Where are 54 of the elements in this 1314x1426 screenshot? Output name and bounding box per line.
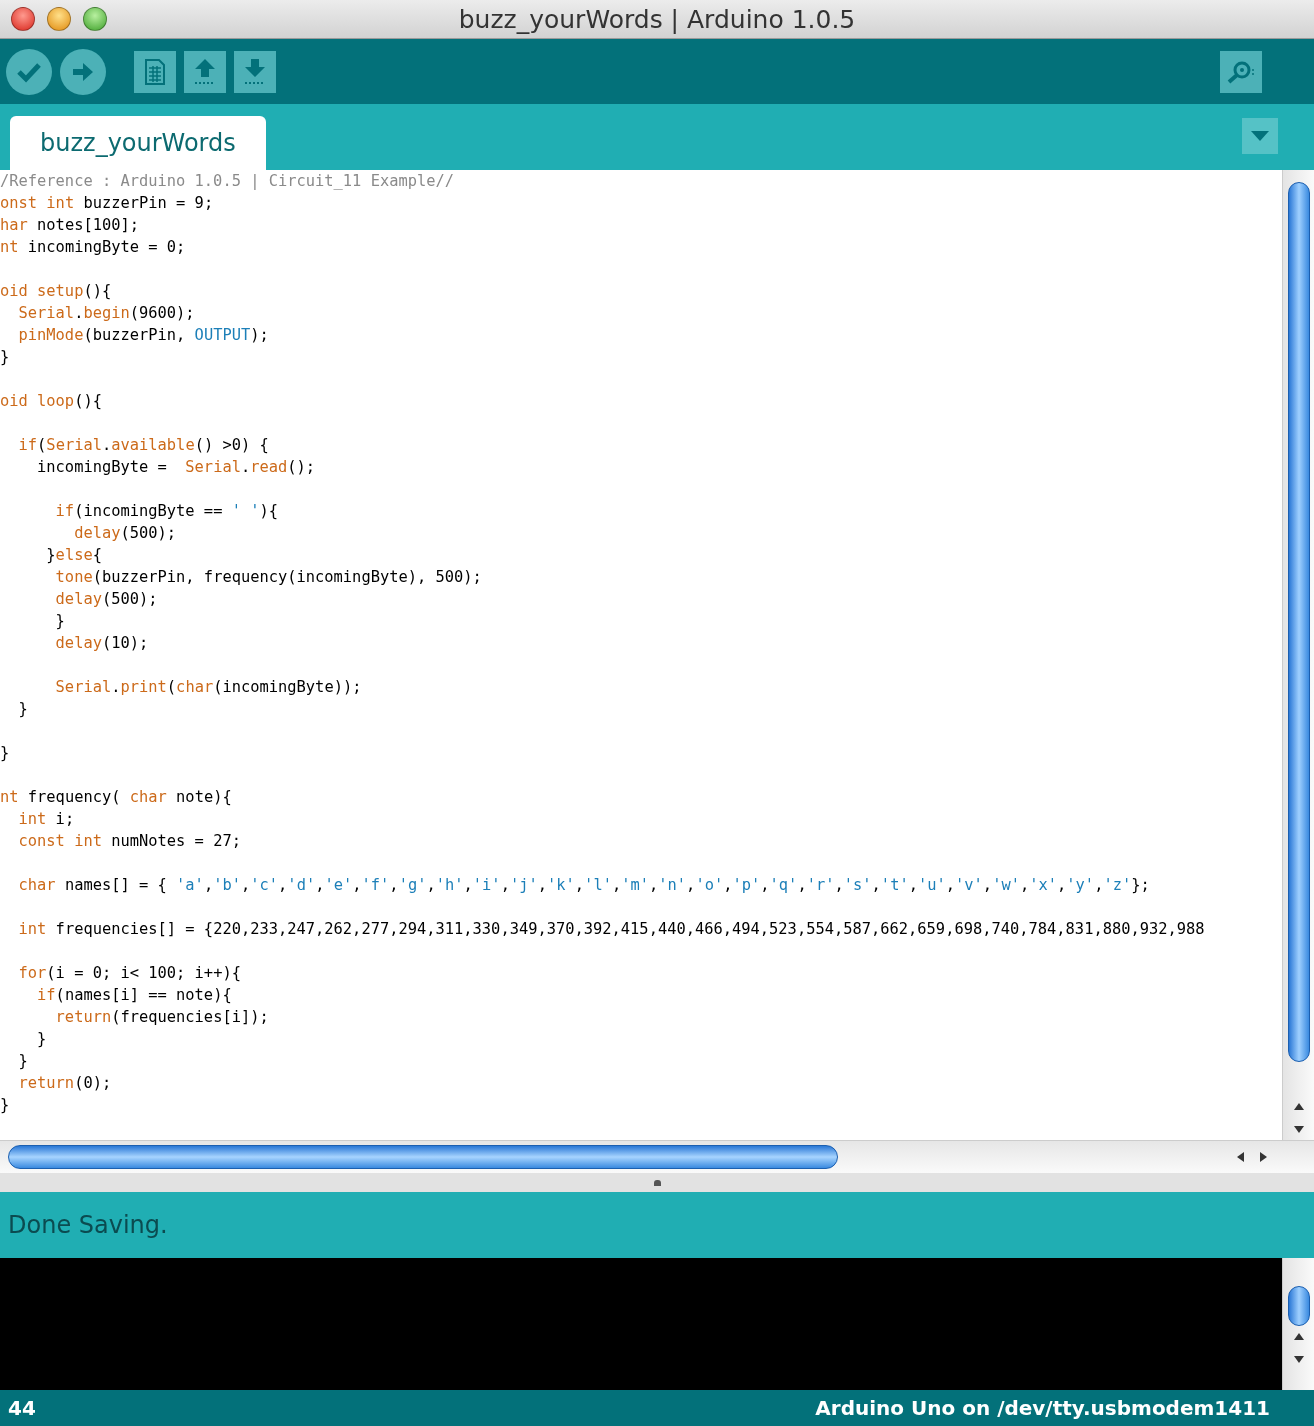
code-line: incomingByte = Serial.read(); bbox=[36, 457, 316, 478]
code-line: for(i = 0; i< 100; i++){ bbox=[17, 963, 241, 984]
code-line: har notes[100]; bbox=[0, 215, 139, 236]
code-line: } bbox=[54, 611, 65, 632]
code-line: delay(500); bbox=[54, 589, 158, 610]
vertical-scrollbar[interactable] bbox=[1282, 170, 1314, 1140]
code-line: if(Serial.available() >0) { bbox=[17, 435, 269, 456]
code-line: } bbox=[0, 347, 10, 368]
code-line: } bbox=[0, 743, 10, 764]
zoom-button[interactable] bbox=[83, 7, 107, 31]
code-line: } bbox=[0, 1095, 10, 1116]
horizontal-scrollbar[interactable] bbox=[0, 1140, 1314, 1173]
code-line: if(names[i] == note){ bbox=[36, 985, 232, 1006]
code-line: const int numNotes = 27; bbox=[17, 831, 241, 852]
window-title: buzz_yourWords | Arduino 1.0.5 bbox=[458, 4, 856, 34]
code-line: return(frequencies[i]); bbox=[54, 1007, 269, 1028]
tab-menu-button[interactable] bbox=[1242, 118, 1278, 154]
code-line: } bbox=[17, 699, 28, 720]
code-line: nt frequency( char note){ bbox=[0, 787, 232, 808]
code-line: Serial.begin(9600); bbox=[17, 303, 195, 324]
down-arrow-icon bbox=[242, 56, 268, 87]
code-line: tone(buzzerPin, frequency(incomingByte), 500); bbox=[54, 567, 482, 588]
code-line: pinMode(buzzerPin, OUTPUT); bbox=[17, 325, 269, 346]
right-arrow-icon bbox=[71, 60, 95, 83]
code-line: if(incomingByte == ' '){ bbox=[54, 501, 279, 522]
caret-icon bbox=[1251, 131, 1269, 141]
code-line: oid loop(){ bbox=[0, 391, 102, 412]
code-line: return(0); bbox=[17, 1073, 112, 1094]
line-number: 44 bbox=[8, 1396, 36, 1420]
document-icon bbox=[144, 57, 166, 86]
code-line: delay(500); bbox=[73, 523, 177, 544]
code-line: Serial.print(char(incomingByte)); bbox=[54, 677, 362, 698]
code-line: int frequencies[] = {220,233,247,262,277,294,311,330,349,370,392,415,440,466,494,523,554,587,662,659,698,740,784,831,880,932,988 bbox=[17, 919, 1205, 940]
status-message: Done Saving. bbox=[8, 1211, 168, 1239]
vertical-scrollbar[interactable] bbox=[1282, 1258, 1314, 1390]
code-line: } bbox=[36, 1029, 47, 1050]
code-line: delay(10); bbox=[54, 633, 149, 654]
scroll-thumb[interactable] bbox=[1287, 182, 1310, 1062]
code-line: /Reference : Arduino 1.0.5 | Circuit_11 Example// bbox=[0, 171, 455, 192]
scroll-thumb[interactable] bbox=[8, 1145, 838, 1169]
minimize-button[interactable] bbox=[47, 7, 71, 31]
code-line: char names[] = { 'a','b','c','d','e','f','g','h','i','j','k','l','m','n','o','p','q','r','s','t','u','v','w','x','y','z'}; bbox=[17, 875, 1150, 896]
code-line: } bbox=[17, 1051, 28, 1072]
code-line: oid setup(){ bbox=[0, 281, 112, 302]
up-arrow-icon bbox=[192, 56, 218, 87]
code-line: }else{ bbox=[45, 545, 102, 566]
code-line: onst int buzzerPin = 9; bbox=[0, 193, 214, 214]
splitter-handle[interactable] bbox=[653, 1179, 661, 1186]
scroll-thumb[interactable] bbox=[1287, 1286, 1310, 1326]
code-line: int i; bbox=[17, 809, 75, 830]
close-button[interactable] bbox=[11, 7, 35, 31]
board-port-label: Arduino Uno on /dev/tty.usbmodem1411 bbox=[815, 1396, 1270, 1420]
code-line: nt incomingByte = 0; bbox=[0, 237, 186, 258]
file-tab[interactable]: buzz_yourWords bbox=[10, 116, 266, 170]
